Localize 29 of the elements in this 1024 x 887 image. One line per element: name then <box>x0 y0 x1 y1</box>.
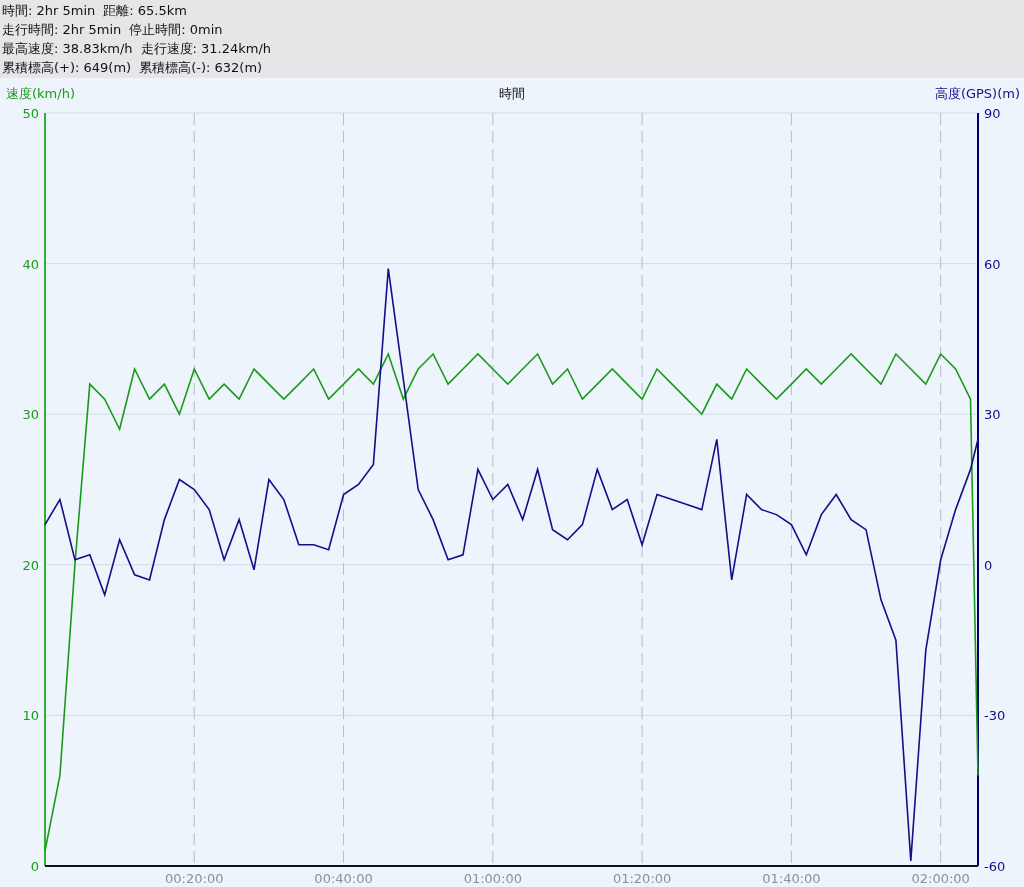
stat-text: 時間: 2hr 5min <box>2 2 96 20</box>
y-tick-label: -60 <box>984 859 1006 874</box>
y-tick-label: 30 <box>984 407 1001 423</box>
y-tick-label: 20 <box>22 557 39 573</box>
stat-text: 距離: 65.5km <box>103 2 187 20</box>
stat-text: 走行速度: 31.24km/h <box>140 40 272 58</box>
y-tick-label: 50 <box>22 106 39 121</box>
x-tick-label: 01:40:00 <box>762 871 821 886</box>
x-tick-label: 00:20:00 <box>165 871 224 886</box>
stat-text: 走行時間: 2hr 5min <box>2 21 122 39</box>
x-tick-label: 01:20:00 <box>612 871 672 886</box>
y-tick-label: 90 <box>984 106 1001 121</box>
x-tick-label: 00:40:00 <box>314 871 373 886</box>
stat-text: 最高速度: 38.83km/h <box>2 40 133 58</box>
stat-text: 累積標高(-): 632(m) <box>139 59 263 77</box>
y-tick-label: 30 <box>22 407 39 423</box>
stat-text: 累積標高(+): 649(m) <box>2 59 132 77</box>
y-tick-label: -30 <box>984 708 1006 724</box>
left-axis-label: 速度(km/h) <box>6 86 75 101</box>
x-axis-label: 時間 <box>499 86 525 101</box>
x-tick-label: 01:00:00 <box>463 871 523 886</box>
y-tick-label: 40 <box>22 256 39 272</box>
right-axis-label: 高度(GPS)(m) <box>934 86 1020 101</box>
y-tick-label: 10 <box>22 708 39 724</box>
y-tick-label: 0 <box>30 859 39 874</box>
y-tick-label: 60 <box>984 256 1001 272</box>
stat-text: 停止時間: 0min <box>129 21 223 39</box>
y-tick-label: 0 <box>984 557 993 573</box>
x-tick-label: 02:00:00 <box>911 871 970 886</box>
